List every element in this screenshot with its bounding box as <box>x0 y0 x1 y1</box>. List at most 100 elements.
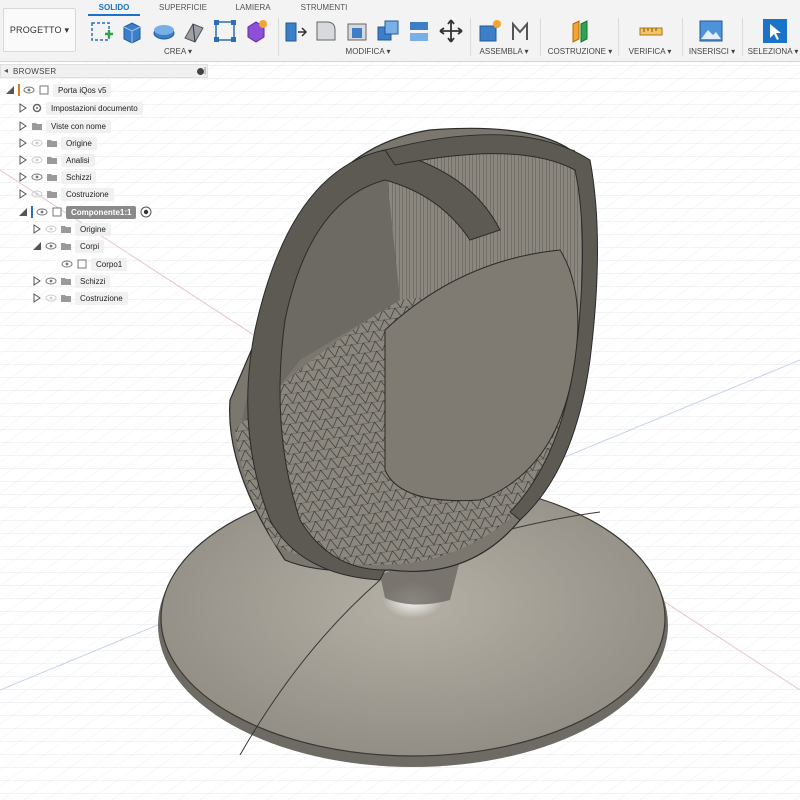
visibility-eye-icon[interactable] <box>31 172 43 182</box>
visibility-eye-icon[interactable] <box>45 224 57 234</box>
component-icon <box>52 207 62 217</box>
active-marker <box>31 206 33 218</box>
tree-item-construction[interactable]: Costruzione <box>18 186 114 202</box>
tree-label: Costruzione <box>61 187 114 201</box>
expand-toggle-icon[interactable] <box>18 103 28 113</box>
group-assembla[interactable]: ASSEMBLA ▾ <box>474 47 534 56</box>
panel-divider: | <box>204 66 207 75</box>
measure-icon[interactable] <box>638 18 664 44</box>
tree-label: Schizzi <box>75 274 111 288</box>
pin-icon[interactable] <box>197 68 204 75</box>
extrude-icon[interactable] <box>119 18 145 44</box>
visibility-eye-icon[interactable] <box>31 155 43 165</box>
toolbar-separator <box>742 18 743 56</box>
active-marker <box>18 84 20 96</box>
tab-strumenti[interactable]: STRUMENTI <box>296 3 352 12</box>
fillet-icon[interactable] <box>313 18 339 44</box>
group-modifica[interactable]: MODIFICA ▾ <box>338 47 398 56</box>
visibility-eye-icon[interactable] <box>36 207 48 217</box>
sweep-icon[interactable] <box>181 18 207 44</box>
expand-toggle-icon[interactable] <box>18 155 28 165</box>
expand-toggle-icon[interactable] <box>18 121 28 131</box>
folder-icon <box>61 295 71 302</box>
revolve-icon[interactable] <box>151 18 177 44</box>
activate-radio-icon[interactable] <box>140 206 152 218</box>
gear-icon <box>32 103 42 113</box>
tree-item-component-sketches[interactable]: Schizzi <box>32 273 111 289</box>
visibility-eye-icon[interactable] <box>45 293 57 303</box>
tree-item-sketches[interactable]: Schizzi <box>18 169 97 185</box>
tree-label: Viste con nome <box>46 119 111 133</box>
tab-lamiera[interactable]: LAMIERA <box>230 3 276 12</box>
expand-toggle-icon[interactable] <box>18 138 28 148</box>
project-button[interactable]: PROGETTO ▾ <box>3 8 76 52</box>
move-icon[interactable] <box>438 18 464 44</box>
group-seleziona[interactable]: SELEZIONA ▾ <box>746 47 800 56</box>
shell-icon[interactable] <box>344 18 370 44</box>
loft-icon[interactable] <box>212 18 238 44</box>
group-inserisci[interactable]: INSERISCI ▾ <box>686 47 738 56</box>
group-crea[interactable]: CREA ▾ <box>148 47 208 56</box>
toolbar-separator <box>470 18 471 56</box>
tree-item-named-views[interactable]: Viste con nome <box>18 118 111 134</box>
expand-toggle-icon[interactable] <box>18 172 28 182</box>
folder-icon <box>47 174 57 181</box>
expand-toggle-icon[interactable] <box>32 276 42 286</box>
tree-item-analysis[interactable]: Analisi <box>18 152 95 168</box>
tree-label: Corpi <box>75 239 105 253</box>
expand-toggle-icon[interactable] <box>18 189 28 199</box>
expand-toggle-icon[interactable] <box>32 293 42 303</box>
tree-item-document-settings[interactable]: Impostazioni documento <box>18 100 143 116</box>
toolbar-separator <box>540 18 541 56</box>
toolbar-separator <box>278 18 279 56</box>
tab-superficie[interactable]: SUPERFICIE <box>158 3 208 12</box>
visibility-eye-icon[interactable] <box>61 259 73 269</box>
tree-item-component-construction[interactable]: Costruzione <box>32 290 128 306</box>
expand-toggle-icon[interactable] <box>18 207 28 217</box>
tree-item-component[interactable]: Componente1:1 <box>18 204 152 220</box>
tree-label: Corpo1 <box>91 257 128 271</box>
insert-image-icon[interactable] <box>698 18 724 44</box>
folder-icon <box>61 243 71 250</box>
document-icon <box>39 85 49 95</box>
active-tab-indicator <box>88 14 140 16</box>
tree-label: Porta iQos v5 <box>53 83 112 97</box>
folder-icon <box>47 140 57 147</box>
tree-item-origin[interactable]: Origine <box>18 135 97 151</box>
group-costruzione[interactable]: COSTRUZIONE ▾ <box>546 47 614 56</box>
browser-header: ◂ BROWSER | <box>0 64 208 78</box>
collapse-panel-icon[interactable]: ◂ <box>4 66 8 75</box>
tree-item-root[interactable]: Porta iQos v5 <box>5 82 112 98</box>
tree-label: Schizzi <box>61 170 97 184</box>
combine-icon[interactable] <box>375 18 401 44</box>
tree-item-bodies[interactable]: Corpi <box>32 238 105 254</box>
folder-icon <box>47 191 57 198</box>
folder-icon <box>61 226 71 233</box>
split-body-icon[interactable] <box>406 18 432 44</box>
new-component-icon[interactable] <box>477 18 503 44</box>
visibility-eye-icon[interactable] <box>31 138 43 148</box>
folder-icon <box>47 157 57 164</box>
group-verifica[interactable]: VERIFICA ▾ <box>624 47 676 56</box>
body-icon <box>77 259 87 269</box>
expand-toggle-icon[interactable] <box>32 224 42 234</box>
tab-solido[interactable]: SOLIDO <box>94 3 134 12</box>
tree-item-body-1[interactable]: Corpo1 <box>58 256 128 272</box>
tree-label: Origine <box>75 222 111 236</box>
press-pull-icon[interactable] <box>282 18 308 44</box>
form-icon[interactable] <box>243 18 269 44</box>
visibility-eye-icon[interactable] <box>45 241 57 251</box>
select-icon[interactable] <box>762 18 788 44</box>
tree-label: Origine <box>61 136 97 150</box>
tree-item-component-origin[interactable]: Origine <box>32 221 111 237</box>
visibility-eye-icon[interactable] <box>31 189 43 199</box>
visibility-eye-icon[interactable] <box>23 85 35 95</box>
tree-label: Analisi <box>61 153 95 167</box>
expand-toggle-icon[interactable] <box>32 241 42 251</box>
expand-toggle-icon[interactable] <box>5 85 15 95</box>
create-sketch-icon[interactable] <box>89 18 115 44</box>
toolbar-separator <box>618 18 619 56</box>
joint-icon[interactable] <box>508 18 534 44</box>
offset-plane-icon[interactable] <box>567 18 593 44</box>
visibility-eye-icon[interactable] <box>45 276 57 286</box>
